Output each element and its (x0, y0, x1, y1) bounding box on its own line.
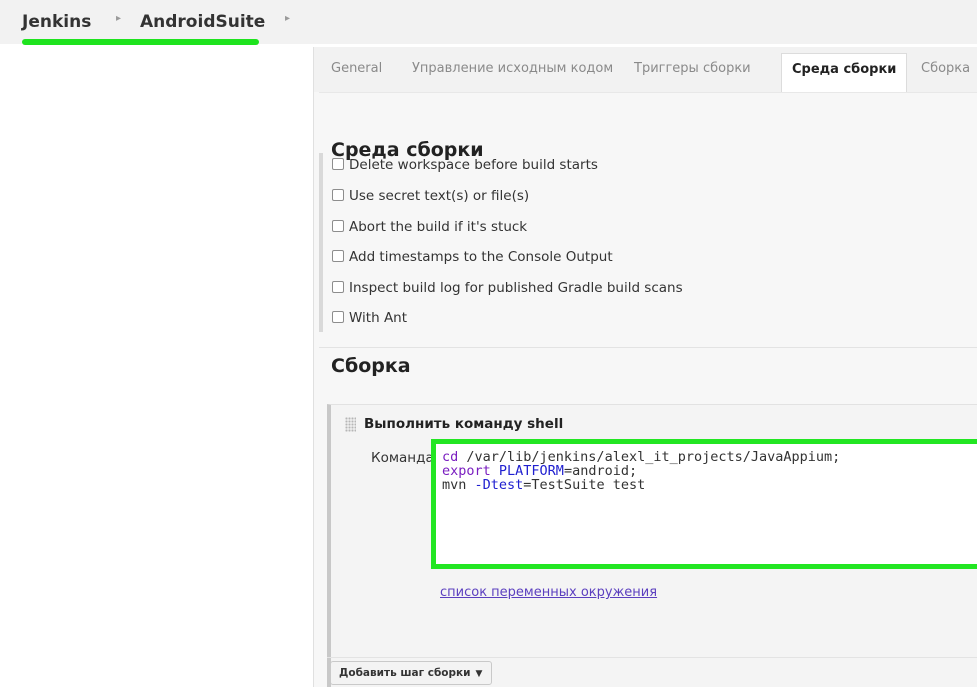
tab-build-environment[interactable]: Среда сборки (781, 53, 908, 93)
tab-underline (319, 92, 977, 98)
breadcrumb-separator-icon: ▸ (116, 13, 122, 24)
breadcrumb-jenkins[interactable]: Jenkins (22, 12, 91, 32)
add-build-step-button[interactable]: Добавить шаг сборки ▼ (330, 661, 493, 685)
checkbox[interactable] (332, 250, 344, 262)
breadcrumb-androidsuite[interactable]: AndroidSuite (140, 12, 265, 32)
caret-down-icon: ▼ (475, 669, 483, 679)
checkbox[interactable] (332, 220, 344, 232)
breadcrumb: Jenkins ▸ AndroidSuite ▸ (0, 0, 977, 45)
breadcrumb-separator-icon[interactable]: ▸ (285, 13, 290, 24)
command-textarea[interactable]: cd /var/lib/jenkins/alexl_it_projects/Ja… (431, 439, 977, 569)
option-timestamps[interactable]: Add timestamps to the Console Output (332, 249, 613, 269)
option-secret-text[interactable]: Use secret text(s) or file(s) (332, 188, 529, 208)
option-abort-stuck[interactable]: Abort the build if it's stuck (332, 219, 527, 239)
tab-general[interactable]: General (331, 61, 382, 76)
env-variables-link[interactable]: список переменных окружения (440, 585, 657, 600)
step-divider (327, 657, 977, 658)
build-step-title: Выполнить команду shell (364, 416, 564, 432)
option-gradle-scans[interactable]: Inspect build log for published Gradle b… (332, 280, 683, 300)
section-title-build: Сборка (331, 355, 411, 377)
tab-scm[interactable]: Управление исходным кодом (412, 61, 613, 76)
drag-handle-icon[interactable] (345, 417, 356, 432)
checkbox[interactable] (332, 189, 344, 201)
tab-bar: General Управление исходным кодом Тригге… (314, 47, 977, 93)
tab-triggers[interactable]: Триггеры сборки (634, 61, 751, 76)
section-divider (319, 347, 977, 348)
command-label: Команда (371, 450, 434, 466)
checkbox[interactable] (332, 158, 344, 170)
section-indent-bar (319, 153, 323, 332)
build-step-shell: Выполнить команду shell Команда cd /var/… (327, 404, 977, 687)
option-with-ant[interactable]: With Ant (332, 310, 407, 330)
checkbox[interactable] (332, 311, 344, 323)
tab-build[interactable]: Сборка (921, 61, 970, 76)
checkbox[interactable] (332, 281, 344, 293)
highlight-underline (22, 39, 259, 45)
option-delete-workspace[interactable]: Delete workspace before build starts (332, 157, 598, 177)
config-panel: General Управление исходным кодом Тригге… (313, 47, 977, 687)
